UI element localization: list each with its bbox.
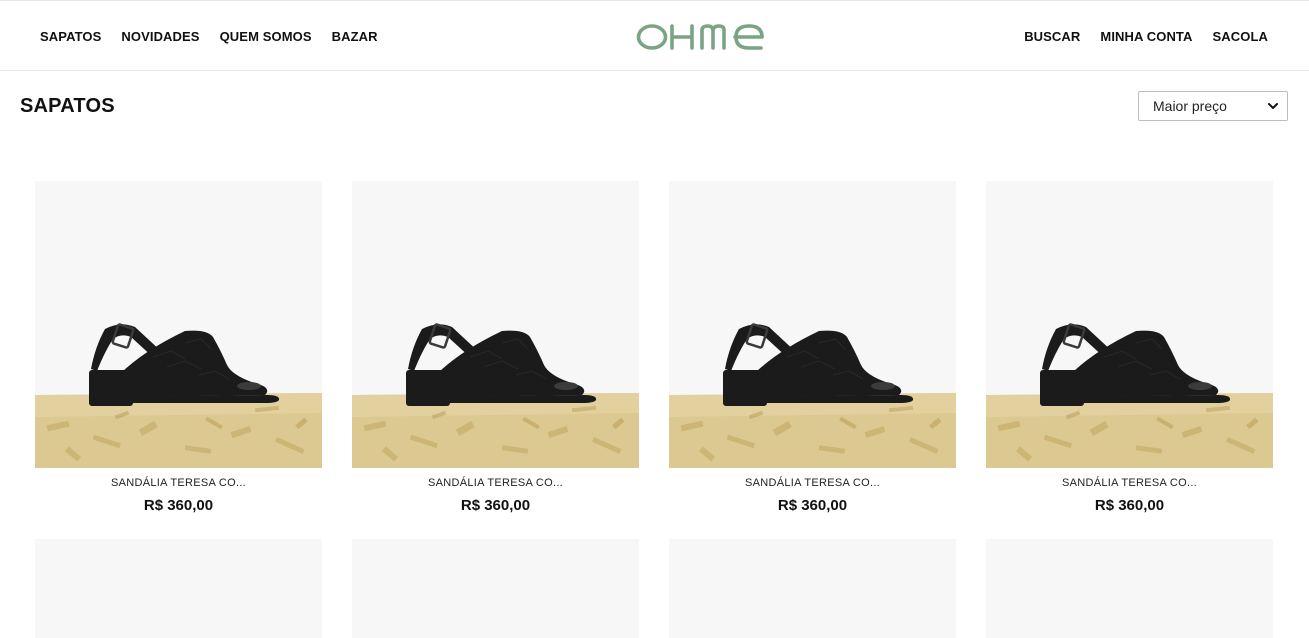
account-nav: BUSCAR MINHA CONTA SACOLA [1024,29,1268,45]
sort-select[interactable]: Maior preço [1138,91,1288,121]
product-card[interactable]: SANDÁLIA TERESA CO... R$ 360,00 [35,181,322,515]
page-title: SAPATOS [20,95,115,117]
product-name[interactable]: SANDÁLIA TERESA CO... [669,476,956,490]
product-image[interactable] [352,181,639,468]
product-price: R$ 360,00 [1094,497,1165,514]
product-image-placeholder[interactable] [352,539,639,638]
nav-link-buscar[interactable]: BUSCAR [1024,29,1080,45]
product-image-placeholder[interactable] [986,539,1273,638]
product-price: R$ 360,00 [143,497,214,514]
product-name[interactable]: SANDÁLIA TERESA CO... [352,476,639,490]
brand-logo[interactable] [636,20,766,52]
main-nav: SAPATOS NOVIDADES QUEM SOMOS BAZAR [40,29,378,45]
product-price: R$ 360,00 [460,497,531,514]
product-image[interactable] [35,181,322,468]
site-header: SAPATOS NOVIDADES QUEM SOMOS BAZAR BUSCA… [0,0,1309,71]
nav-link-quem-somos[interactable]: QUEM SOMOS [220,29,312,45]
product-card[interactable]: SANDÁLIA TERESA CO... R$ 360,00 [669,181,956,515]
nav-link-bazar[interactable]: BAZAR [332,29,378,45]
product-image-placeholder[interactable] [35,539,322,638]
nav-link-novidades[interactable]: NOVIDADES [121,29,199,45]
product-price: R$ 360,00 [777,497,848,514]
sort-selected-value: Maior preço [1153,98,1227,114]
product-name[interactable]: SANDÁLIA TERESA CO... [35,476,322,490]
nav-link-minha-conta[interactable]: MINHA CONTA [1100,29,1192,45]
product-card[interactable]: SANDÁLIA TERESA CO... R$ 360,00 [352,181,639,515]
product-card[interactable]: SANDÁLIA TERESA CO... R$ 360,00 [986,181,1273,515]
product-image[interactable] [986,181,1273,468]
nav-link-sapatos[interactable]: SAPATOS [40,29,101,45]
product-name[interactable]: SANDÁLIA TERESA CO... [986,476,1273,490]
nav-link-sacola[interactable]: SACOLA [1213,29,1269,45]
product-image-placeholder[interactable] [669,539,956,638]
chevron-down-icon [1268,103,1278,109]
product-image[interactable] [669,181,956,468]
